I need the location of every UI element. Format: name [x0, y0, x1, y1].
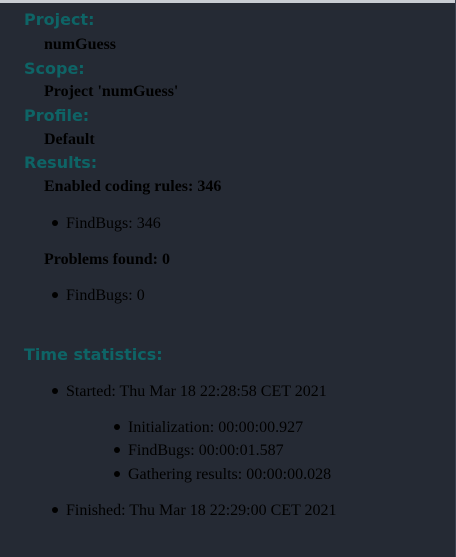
finished-time: Finished: Thu Mar 18 22:29:00 CET 2021 [66, 502, 337, 519]
list-item: Started: Thu Mar 18 22:28:58 CET 2021 [52, 383, 327, 401]
results-heading: Results: [24, 153, 98, 172]
project-value: numGuess [44, 36, 117, 53]
bullet-icon [114, 471, 120, 477]
problems-found-label: Problems found: 0 [44, 251, 170, 268]
started-time: Started: Thu Mar 18 22:28:58 CET 2021 [66, 383, 327, 400]
time-statistics-heading: Time statistics: [24, 345, 163, 364]
list-item: FindBugs: 0 [52, 287, 145, 305]
phase-gathering-results: Gathering results: 00:00:00.028 [128, 466, 332, 483]
bullet-icon [52, 507, 58, 513]
list-item: Initialization: 00:00:00.927 [114, 419, 303, 437]
phase-findbugs: FindBugs: 00:00:01.587 [128, 442, 284, 459]
list-item: FindBugs: 346 [52, 215, 161, 233]
phase-initialization: Initialization: 00:00:00.927 [128, 419, 304, 436]
project-heading: Project: [24, 10, 95, 29]
profile-heading: Profile: [24, 106, 90, 125]
bullet-icon [114, 424, 120, 430]
bullet-icon [52, 292, 58, 298]
bullet-icon [52, 388, 58, 394]
bullet-icon [114, 447, 120, 453]
scope-heading: Scope: [24, 59, 85, 78]
list-item: Gathering results: 00:00:00.028 [114, 466, 331, 484]
problems-found-item: FindBugs: 0 [66, 287, 145, 304]
enabled-rules-item: FindBugs: 346 [66, 215, 161, 232]
enabled-rules-label: Enabled coding rules: 346 [44, 178, 222, 195]
scope-value: Project 'numGuess' [44, 83, 179, 100]
profile-value: Default [44, 131, 95, 148]
top-border [0, 0, 456, 3]
list-item: Finished: Thu Mar 18 22:29:00 CET 2021 [52, 502, 337, 520]
bullet-icon [52, 220, 58, 226]
list-item: FindBugs: 00:00:01.587 [114, 442, 284, 460]
